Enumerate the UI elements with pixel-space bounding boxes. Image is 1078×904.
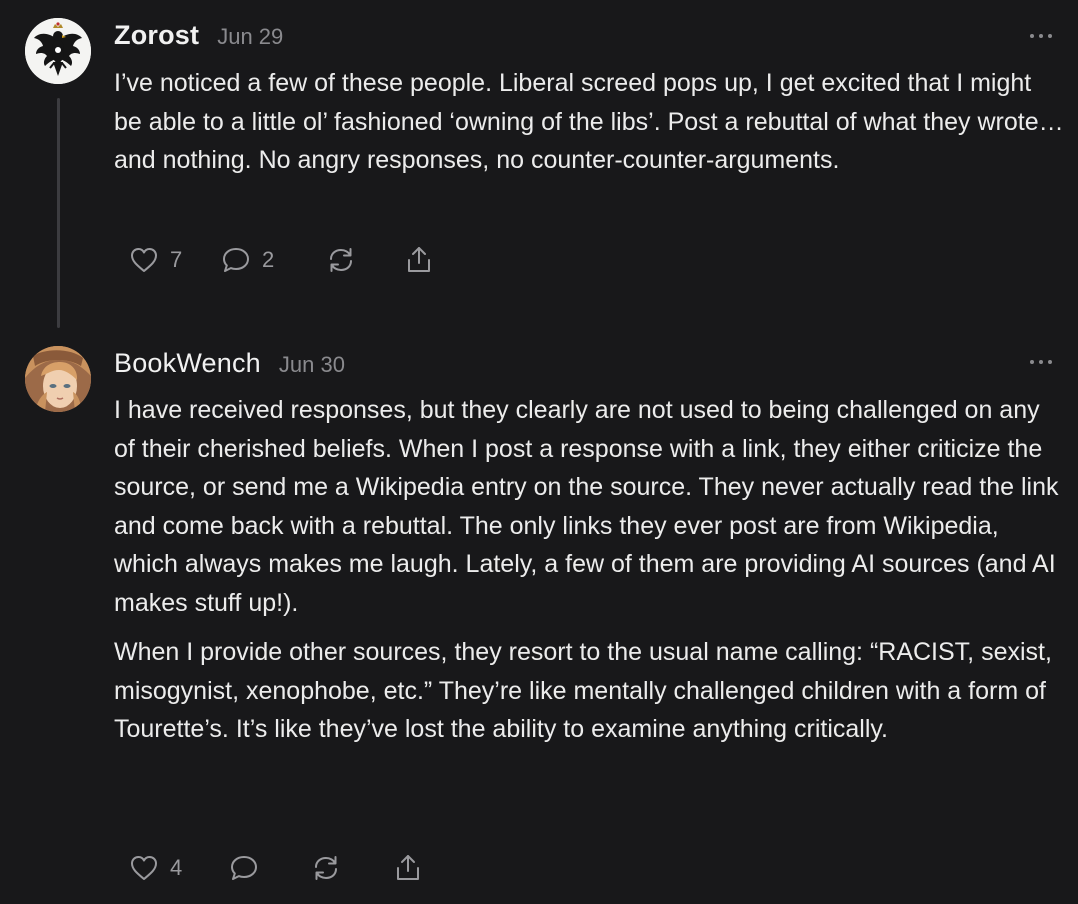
comment-header: BookWench Jun 30 — [114, 348, 345, 384]
comment-header: Zorost Jun 29 — [114, 20, 283, 56]
ellipsis-icon[interactable] — [1030, 34, 1052, 42]
comment: BookWench Jun 30 I have received respons… — [0, 330, 1078, 904]
comment-paragraph: When I provide other sources, they resor… — [114, 638, 1052, 743]
comment-paragraph: I’ve noticed a few of these people. Libe… — [114, 69, 1064, 174]
avatar[interactable] — [25, 346, 91, 412]
restack-button[interactable] — [325, 244, 403, 276]
reply-button[interactable] — [228, 852, 310, 884]
comment-bubble-icon — [223, 248, 249, 272]
action-bar: 4 — [128, 851, 424, 885]
heart-icon — [131, 856, 157, 880]
comment-date[interactable]: Jun 30 — [279, 352, 345, 378]
like-count: 4 — [170, 855, 183, 880]
avatar[interactable] — [25, 18, 91, 84]
restack-arrows-icon — [330, 248, 352, 272]
restack-button[interactable] — [310, 852, 392, 884]
share-button[interactable] — [392, 852, 424, 884]
ellipsis-icon[interactable] — [1030, 360, 1052, 368]
share-upload-icon — [408, 247, 430, 272]
like-button[interactable]: 4 — [128, 852, 228, 884]
comment-body: I have received responses, but they clea… — [114, 391, 1064, 760]
reply-count: 2 — [262, 247, 275, 272]
author-name[interactable]: Zorost — [114, 20, 199, 51]
comment-date[interactable]: Jun 29 — [217, 24, 283, 50]
share-upload-icon — [397, 855, 419, 880]
portrait-image — [25, 346, 91, 412]
comment: Zorost Jun 29 I’ve noticed a few of thes… — [0, 0, 1078, 330]
heart-icon — [131, 248, 157, 272]
comment-bubble-icon — [231, 856, 257, 880]
action-bar: 7 2 — [128, 243, 435, 277]
thread-line — [57, 98, 60, 328]
comment-paragraph: I have received responses, but they clea… — [114, 396, 1059, 617]
share-button[interactable] — [403, 244, 435, 276]
eagle-crest-image — [25, 18, 91, 84]
restack-arrows-icon — [315, 856, 337, 880]
comment-body: I’ve noticed a few of these people. Libe… — [114, 64, 1064, 191]
reply-button[interactable]: 2 — [220, 244, 325, 276]
like-count: 7 — [170, 247, 183, 272]
like-button[interactable]: 7 — [128, 244, 220, 276]
author-name[interactable]: BookWench — [114, 348, 261, 379]
